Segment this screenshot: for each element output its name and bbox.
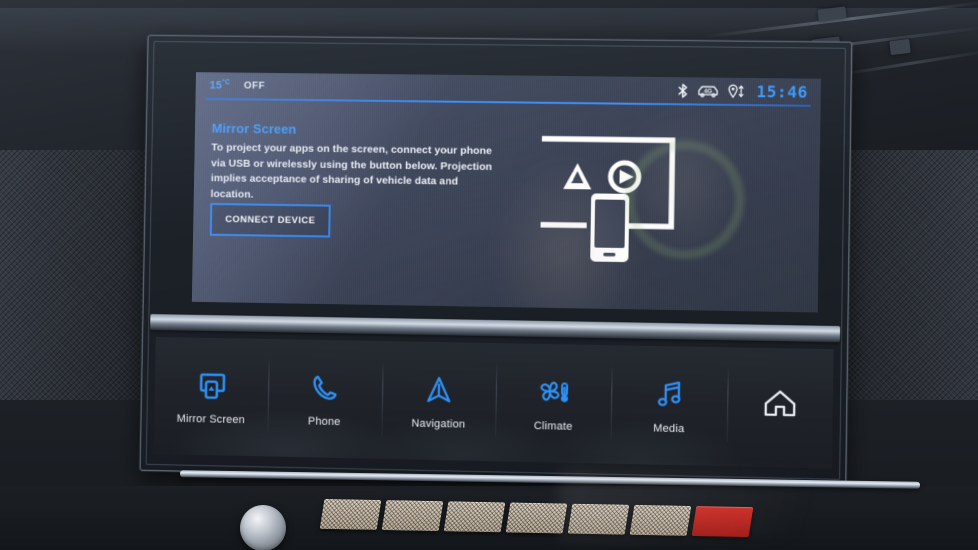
status-bar-left: 15°C OFF xyxy=(196,79,265,92)
infotainment-console: 15°C OFF 4G 15:46 Mirror Screen To proje… xyxy=(139,35,853,487)
physical-button[interactable] xyxy=(505,502,568,534)
sidebar-item-label: Climate xyxy=(533,419,573,433)
mirror-screen-panel: Mirror Screen To project your apps on th… xyxy=(192,99,821,313)
temperature-unit: °C xyxy=(221,79,231,87)
android-auto-triangle-icon xyxy=(563,162,592,190)
home-button[interactable] xyxy=(726,347,833,468)
infotainment-display[interactable]: 15°C OFF 4G 15:46 Mirror Screen To proje… xyxy=(191,72,822,313)
glass-reflection-hand xyxy=(620,106,744,259)
physical-button[interactable] xyxy=(629,504,692,536)
page-description: To project your apps on the screen, conn… xyxy=(210,141,493,201)
climate-temperature[interactable]: 15°C xyxy=(209,79,230,92)
connect-device-button[interactable]: CONNECT DEVICE xyxy=(209,202,331,238)
volume-knob[interactable] xyxy=(240,505,286,550)
temperature-value: 15 xyxy=(209,79,223,92)
svg-text:4G: 4G xyxy=(704,89,713,95)
car-dashboard-scene: 15°C OFF 4G 15:46 Mirror Screen To proje… xyxy=(0,0,978,550)
clock: 15:46 xyxy=(756,82,808,102)
music-note-icon xyxy=(654,377,685,412)
fan-thermometer-icon xyxy=(536,374,571,409)
dashboard-detail-chip xyxy=(889,38,911,56)
page-title: Mirror Screen xyxy=(211,120,297,137)
physical-button[interactable] xyxy=(319,498,382,530)
sidebar-item-label: Media xyxy=(653,421,685,435)
sidebar-item-label: Mirror Screen xyxy=(176,412,246,426)
climate-state-label[interactable]: OFF xyxy=(244,81,265,92)
carplay-play-circle-icon xyxy=(610,163,639,191)
sidebar-item-media[interactable]: Media xyxy=(610,345,728,466)
physical-button[interactable] xyxy=(567,503,630,535)
location-share-icon xyxy=(728,84,745,99)
physical-button[interactable] xyxy=(381,500,444,532)
hazard-light-button[interactable] xyxy=(691,506,754,538)
connect-device-button-label: CONNECT DEVICE xyxy=(225,214,316,227)
physical-button[interactable] xyxy=(443,501,506,533)
